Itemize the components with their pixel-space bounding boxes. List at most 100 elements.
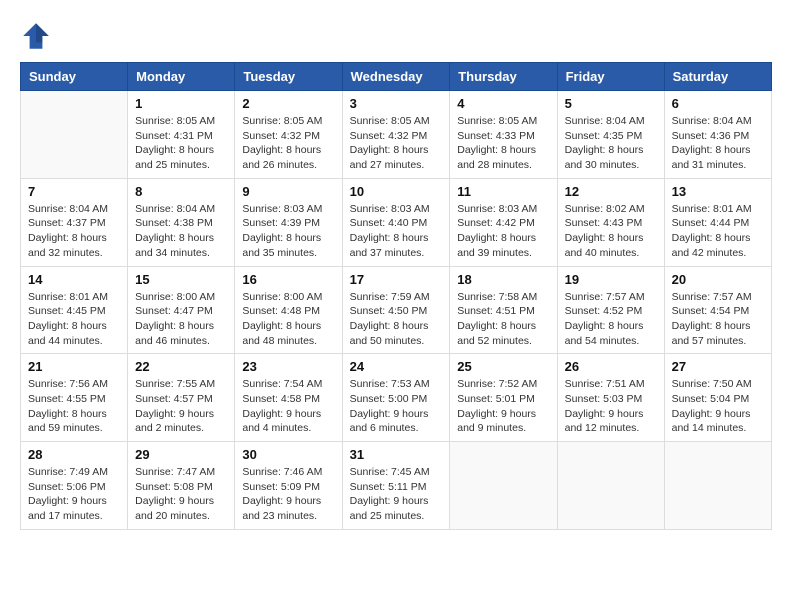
- calendar-week-row: 21 Sunrise: 7:56 AMSunset: 4:55 PMDayligh…: [21, 354, 772, 442]
- calendar-table: SundayMondayTuesdayWednesdayThursdayFrid…: [20, 62, 772, 530]
- day-number: 31: [350, 447, 443, 462]
- day-info: Sunrise: 7:46 AMSunset: 5:09 PMDaylight:…: [242, 465, 334, 524]
- calendar-day-cell: [450, 442, 557, 530]
- day-info: Sunrise: 8:05 AMSunset: 4:32 PMDaylight:…: [350, 114, 443, 173]
- day-info: Sunrise: 7:58 AMSunset: 4:51 PMDaylight:…: [457, 290, 549, 349]
- calendar-day-cell: 4 Sunrise: 8:05 AMSunset: 4:33 PMDaylight…: [450, 91, 557, 179]
- day-info: Sunrise: 8:00 AMSunset: 4:47 PMDaylight:…: [135, 290, 227, 349]
- calendar-week-row: 1 Sunrise: 8:05 AMSunset: 4:31 PMDaylight…: [21, 91, 772, 179]
- day-info: Sunrise: 8:01 AMSunset: 4:44 PMDaylight:…: [672, 202, 764, 261]
- day-info: Sunrise: 8:04 AMSunset: 4:35 PMDaylight:…: [565, 114, 657, 173]
- day-number: 10: [350, 184, 443, 199]
- weekday-header-row: SundayMondayTuesdayWednesdayThursdayFrid…: [21, 63, 772, 91]
- calendar-day-cell: 10 Sunrise: 8:03 AMSunset: 4:40 PMDayligh…: [342, 178, 450, 266]
- day-number: 16: [242, 272, 334, 287]
- day-info: Sunrise: 7:45 AMSunset: 5:11 PMDaylight:…: [350, 465, 443, 524]
- day-number: 20: [672, 272, 764, 287]
- day-info: Sunrise: 8:04 AMSunset: 4:37 PMDaylight:…: [28, 202, 120, 261]
- day-number: 11: [457, 184, 549, 199]
- day-number: 12: [565, 184, 657, 199]
- calendar-day-cell: 27 Sunrise: 7:50 AMSunset: 5:04 PMDayligh…: [664, 354, 771, 442]
- day-info: Sunrise: 7:56 AMSunset: 4:55 PMDaylight:…: [28, 377, 120, 436]
- logo-icon: [20, 20, 52, 52]
- calendar-day-cell: 19Sunrise: 7:57 AMSunset: 4:52 PMDayligh…: [557, 266, 664, 354]
- calendar-day-cell: [557, 442, 664, 530]
- calendar-day-cell: 21 Sunrise: 7:56 AMSunset: 4:55 PMDayligh…: [21, 354, 128, 442]
- day-number: 6: [672, 96, 764, 111]
- day-number: 27: [672, 359, 764, 374]
- calendar-day-cell: 28Sunrise: 7:49 AMSunset: 5:06 PMDayligh…: [21, 442, 128, 530]
- calendar-day-cell: 24Sunrise: 7:53 AMSunset: 5:00 PMDayligh…: [342, 354, 450, 442]
- calendar-day-cell: [664, 442, 771, 530]
- weekday-header: Friday: [557, 63, 664, 91]
- calendar-day-cell: 12 Sunrise: 8:02 AMSunset: 4:43 PMDayligh…: [557, 178, 664, 266]
- day-info: Sunrise: 7:50 AMSunset: 5:04 PMDaylight:…: [672, 377, 764, 436]
- day-number: 25: [457, 359, 549, 374]
- day-number: 14: [28, 272, 120, 287]
- day-number: 23: [242, 359, 334, 374]
- day-number: 4: [457, 96, 549, 111]
- day-number: 30: [242, 447, 334, 462]
- calendar-day-cell: 20 Sunrise: 7:57 AMSunset: 4:54 PMDayligh…: [664, 266, 771, 354]
- day-info: Sunrise: 8:05 AMSunset: 4:33 PMDaylight:…: [457, 114, 549, 173]
- day-info: Sunrise: 7:57 AMSunset: 4:52 PMDaylight:…: [565, 290, 657, 349]
- calendar-day-cell: 22 Sunrise: 7:55 AMSunset: 4:57 PMDayligh…: [128, 354, 235, 442]
- calendar-day-cell: 6 Sunrise: 8:04 AMSunset: 4:36 PMDaylight…: [664, 91, 771, 179]
- weekday-header: Sunday: [21, 63, 128, 91]
- calendar-day-cell: 17 Sunrise: 7:59 AMSunset: 4:50 PMDayligh…: [342, 266, 450, 354]
- day-number: 1: [135, 96, 227, 111]
- day-info: Sunrise: 8:04 AMSunset: 4:38 PMDaylight:…: [135, 202, 227, 261]
- calendar-day-cell: 25 Sunrise: 7:52 AMSunset: 5:01 PMDayligh…: [450, 354, 557, 442]
- calendar-day-cell: 23 Sunrise: 7:54 AMSunset: 4:58 PMDayligh…: [235, 354, 342, 442]
- calendar-day-cell: [21, 91, 128, 179]
- day-info: Sunrise: 7:47 AMSunset: 5:08 PMDaylight:…: [135, 465, 227, 524]
- day-info: Sunrise: 7:55 AMSunset: 4:57 PMDaylight:…: [135, 377, 227, 436]
- day-number: 5: [565, 96, 657, 111]
- day-info: Sunrise: 7:59 AMSunset: 4:50 PMDaylight:…: [350, 290, 443, 349]
- calendar-week-row: 7Sunrise: 8:04 AMSunset: 4:37 PMDaylight…: [21, 178, 772, 266]
- calendar-day-cell: 2Sunrise: 8:05 AMSunset: 4:32 PMDaylight…: [235, 91, 342, 179]
- day-number: 13: [672, 184, 764, 199]
- day-number: 9: [242, 184, 334, 199]
- day-number: 24: [350, 359, 443, 374]
- calendar-day-cell: 15Sunrise: 8:00 AMSunset: 4:47 PMDayligh…: [128, 266, 235, 354]
- day-info: Sunrise: 8:02 AMSunset: 4:43 PMDaylight:…: [565, 202, 657, 261]
- calendar-day-cell: 3 Sunrise: 8:05 AMSunset: 4:32 PMDaylight…: [342, 91, 450, 179]
- weekday-header: Thursday: [450, 63, 557, 91]
- logo: [20, 20, 54, 52]
- weekday-header: Monday: [128, 63, 235, 91]
- day-info: Sunrise: 7:54 AMSunset: 4:58 PMDaylight:…: [242, 377, 334, 436]
- day-number: 3: [350, 96, 443, 111]
- weekday-header: Saturday: [664, 63, 771, 91]
- day-info: Sunrise: 8:05 AMSunset: 4:32 PMDaylight:…: [242, 114, 334, 173]
- calendar-day-cell: 8 Sunrise: 8:04 AMSunset: 4:38 PMDaylight…: [128, 178, 235, 266]
- day-info: Sunrise: 7:49 AMSunset: 5:06 PMDaylight:…: [28, 465, 120, 524]
- calendar-day-cell: 9 Sunrise: 8:03 AMSunset: 4:39 PMDaylight…: [235, 178, 342, 266]
- day-info: Sunrise: 8:01 AMSunset: 4:45 PMDaylight:…: [28, 290, 120, 349]
- day-info: Sunrise: 7:52 AMSunset: 5:01 PMDaylight:…: [457, 377, 549, 436]
- day-number: 8: [135, 184, 227, 199]
- day-info: Sunrise: 8:04 AMSunset: 4:36 PMDaylight:…: [672, 114, 764, 173]
- calendar-day-cell: 1 Sunrise: 8:05 AMSunset: 4:31 PMDaylight…: [128, 91, 235, 179]
- day-number: 18: [457, 272, 549, 287]
- calendar-day-cell: 11 Sunrise: 8:03 AMSunset: 4:42 PMDayligh…: [450, 178, 557, 266]
- day-info: Sunrise: 7:51 AMSunset: 5:03 PMDaylight:…: [565, 377, 657, 436]
- day-info: Sunrise: 8:05 AMSunset: 4:31 PMDaylight:…: [135, 114, 227, 173]
- calendar-day-cell: 14 Sunrise: 8:01 AMSunset: 4:45 PMDayligh…: [21, 266, 128, 354]
- weekday-header: Tuesday: [235, 63, 342, 91]
- day-info: Sunrise: 7:57 AMSunset: 4:54 PMDaylight:…: [672, 290, 764, 349]
- day-info: Sunrise: 8:03 AMSunset: 4:42 PMDaylight:…: [457, 202, 549, 261]
- calendar-day-cell: 26 Sunrise: 7:51 AMSunset: 5:03 PMDayligh…: [557, 354, 664, 442]
- calendar-day-cell: 16Sunrise: 8:00 AMSunset: 4:48 PMDayligh…: [235, 266, 342, 354]
- day-number: 17: [350, 272, 443, 287]
- day-info: Sunrise: 8:03 AMSunset: 4:39 PMDaylight:…: [242, 202, 334, 261]
- calendar-day-cell: 18 Sunrise: 7:58 AMSunset: 4:51 PMDayligh…: [450, 266, 557, 354]
- calendar-day-cell: 30 Sunrise: 7:46 AMSunset: 5:09 PMDayligh…: [235, 442, 342, 530]
- day-number: 22: [135, 359, 227, 374]
- calendar-day-cell: 29Sunrise: 7:47 AMSunset: 5:08 PMDayligh…: [128, 442, 235, 530]
- calendar-day-cell: 31 Sunrise: 7:45 AMSunset: 5:11 PMDayligh…: [342, 442, 450, 530]
- calendar-day-cell: 7Sunrise: 8:04 AMSunset: 4:37 PMDaylight…: [21, 178, 128, 266]
- day-number: 26: [565, 359, 657, 374]
- day-number: 21: [28, 359, 120, 374]
- day-info: Sunrise: 8:03 AMSunset: 4:40 PMDaylight:…: [350, 202, 443, 261]
